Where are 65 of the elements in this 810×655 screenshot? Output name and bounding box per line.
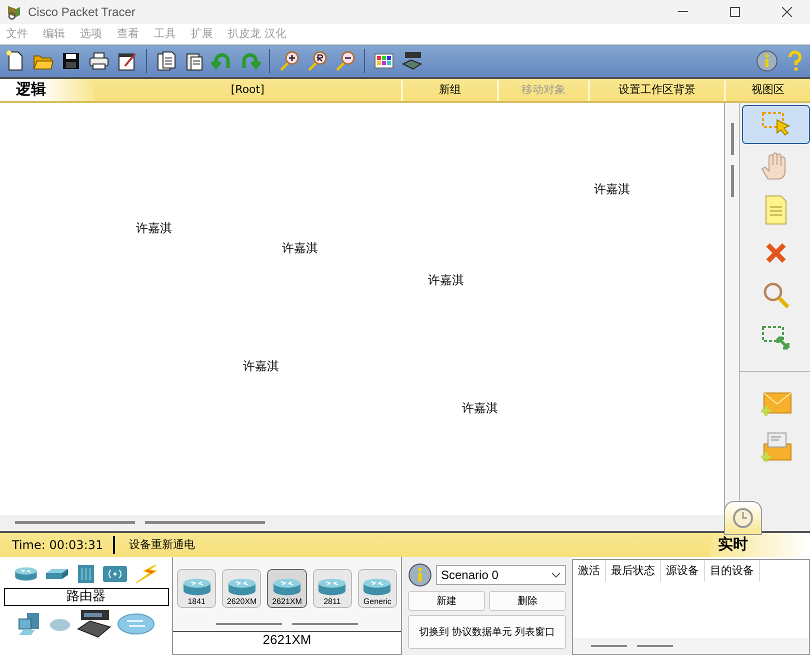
- zoom-reset-icon[interactable]: [306, 50, 328, 72]
- open-envelope-add-icon: [759, 430, 794, 462]
- realtime-tab[interactable]: 实时: [710, 532, 810, 556]
- info-icon[interactable]: [756, 50, 778, 72]
- zoom-in-icon[interactable]: [278, 50, 300, 72]
- workspace-canvas[interactable]: 许嘉淇 许嘉淇 许嘉淇 许嘉淇 许嘉淇 许嘉淇: [0, 102, 726, 515]
- scenario-button[interactable]: 删除: [489, 590, 566, 610]
- canvas-label: 许嘉淇: [282, 240, 318, 257]
- minimize-icon[interactable]: [678, 11, 688, 13]
- device-model-button[interactable]: 1841: [177, 568, 216, 608]
- model-name: 2620XM: [226, 596, 257, 606]
- network-module-icon: [77, 608, 111, 638]
- category-label: 路由器: [4, 588, 168, 606]
- print-icon[interactable]: [88, 50, 110, 72]
- wireless-category-icon: [102, 564, 128, 584]
- chevron-down-icon: [551, 572, 561, 578]
- scenario-button[interactable]: 新建: [408, 590, 485, 610]
- workspace-action-button[interactable]: 设置工作区背景: [588, 78, 724, 101]
- device-model-button[interactable]: 2811: [312, 568, 352, 608]
- scenario-dropdown[interactable]: Scenario 0: [436, 564, 566, 584]
- column-header[interactable]: 目的设备: [705, 560, 760, 582]
- time-display: Time: 00:03:31: [0, 536, 116, 554]
- canvas-label: 许嘉淇: [462, 400, 498, 417]
- device-model-button[interactable]: 2620XM: [222, 568, 262, 608]
- app-logo-icon: [6, 4, 22, 20]
- model-name: 2621XM: [272, 596, 302, 606]
- router-icon: [362, 576, 392, 596]
- workspace-action-button[interactable]: 新组: [401, 78, 498, 101]
- path-label: [Root]: [230, 83, 266, 96]
- router-icon: [182, 576, 212, 596]
- model-name: 1841: [188, 596, 206, 606]
- canvas-label: 许嘉淇: [243, 358, 279, 375]
- realtime-mode-button[interactable]: [724, 500, 762, 534]
- maximize-icon[interactable]: [730, 7, 740, 17]
- copy-icon[interactable]: [155, 50, 177, 72]
- wan-cloud-icon: [117, 612, 155, 636]
- zoom-out-icon[interactable]: [334, 50, 356, 72]
- router-category-icon: [14, 564, 38, 582]
- lightning-icon: [134, 562, 158, 584]
- device-icon[interactable]: [401, 50, 423, 72]
- status-message: 设备重新通电: [128, 537, 196, 552]
- tool-button[interactable]: [742, 104, 810, 144]
- router-icon: [226, 576, 257, 596]
- switch-category-icon: [44, 566, 70, 580]
- device-model-button[interactable]: Generic: [358, 568, 398, 608]
- device-model-button[interactable]: 2621XM: [267, 568, 307, 608]
- workspace-action-button[interactable]: 视图区: [724, 78, 810, 101]
- logical-tab[interactable]: 逻辑: [0, 78, 94, 101]
- column-header[interactable]: 源设备: [661, 560, 705, 582]
- canvas-label: 许嘉淇: [428, 272, 464, 289]
- router-icon: [317, 576, 348, 596]
- info-icon[interactable]: [408, 562, 432, 586]
- hub-category-icon: [76, 564, 96, 584]
- pdu-list-button[interactable]: 切换到 协议数据单元 列表窗口: [408, 614, 566, 649]
- clock-icon: [731, 506, 755, 530]
- model-name: Generic: [363, 596, 392, 606]
- window-title: Cisco Packet Tracer: [28, 5, 136, 19]
- canvas-label: 许嘉淇: [594, 180, 630, 198]
- column-header[interactable]: 最后状态: [606, 560, 661, 582]
- column-header[interactable]: 激活: [573, 560, 606, 582]
- model-name: 2811: [324, 596, 341, 606]
- selected-model-label: 2621XM: [173, 630, 401, 654]
- router-icon: [272, 576, 302, 596]
- canvas-label: 许嘉淇: [136, 220, 172, 237]
- close-icon[interactable]: [782, 7, 792, 17]
